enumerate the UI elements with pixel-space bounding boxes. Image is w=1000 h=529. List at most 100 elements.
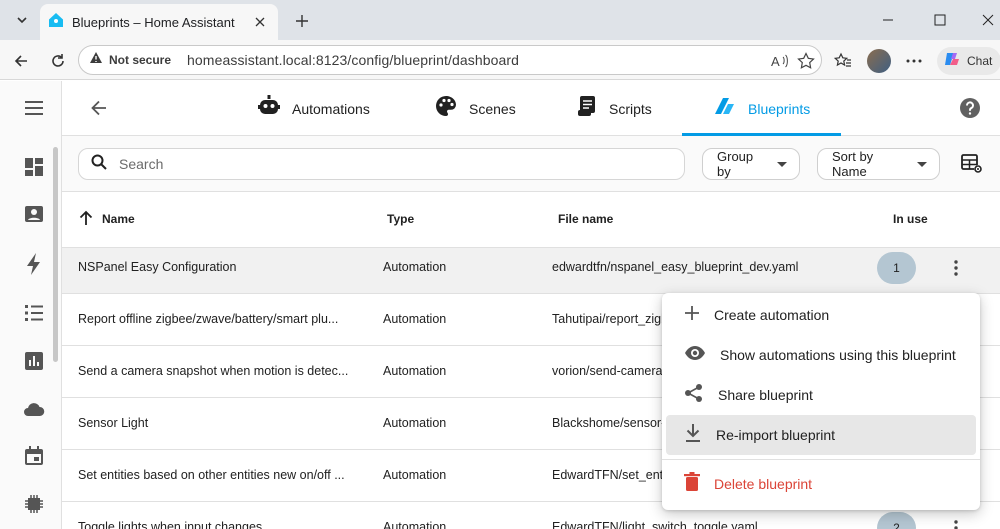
browser-toolbar: Not secure homeassistant.local:8123/conf… [0,40,1000,80]
more-dots-icon[interactable] [903,50,925,72]
menu-item-create-automation[interactable]: Create automation [666,295,976,335]
copilot-chat-button[interactable]: Chat [937,47,1000,75]
tab-list-chevron-icon[interactable] [8,6,36,34]
maximize-icon[interactable] [918,6,962,34]
palette-icon [435,95,457,122]
row-file: EdwardTFN/light_switch_toggle.yaml [552,520,758,529]
table-settings-icon[interactable] [960,152,984,176]
row-type: Automation [383,416,447,430]
menu-item-show-automations[interactable]: Show automations using this blueprint [666,335,976,375]
address-bar[interactable]: Not secure homeassistant.local:8123/conf… [78,45,822,75]
plus-icon [684,305,700,326]
svg-text:A: A [771,54,780,68]
home-assistant-favicon-icon [48,12,64,33]
tab-label: Blueprints [748,100,811,117]
column-header-file-name[interactable]: File name [558,212,613,226]
row-name: Sensor Light [78,416,149,430]
ha-tab-bar: Automations Scenes Scripts Blueprints [62,81,1000,136]
logbook-list-icon[interactable] [22,301,46,325]
download-icon [684,423,702,448]
menu-divider [662,459,980,460]
column-header-in-use[interactable]: In use [893,212,928,226]
reload-icon[interactable] [45,48,71,74]
menu-label: Show automations using this blueprint [720,347,956,363]
close-window-icon[interactable] [966,6,1000,34]
menu-label: Re-import blueprint [716,427,836,443]
overflow-menu-icon[interactable] [944,256,968,280]
table-row[interactable]: NSPanel Easy Configuration Automation ed… [62,248,1000,294]
row-name: Send a camera snapshot when motion is de… [78,364,349,378]
tab-label: Scenes [469,100,516,117]
tab-automations[interactable]: Automations [258,81,370,136]
tab-label: Automations [292,100,370,117]
row-file: edwardtfn/nspanel_easy_blueprint_dev.yam… [552,260,799,274]
menu-label: Delete blueprint [714,476,813,492]
in-use-badge[interactable]: 2 [877,512,916,529]
row-type: Automation [383,520,447,529]
row-type: Automation [383,312,447,326]
menu-hamburger-icon[interactable] [22,96,46,120]
search-placeholder[interactable]: Search [119,156,163,172]
script-icon [577,95,597,122]
sidebar-scrollbar[interactable] [53,147,58,362]
map-account-icon[interactable] [22,203,46,227]
robot-icon [258,95,280,122]
group-by-label: Group by [717,149,754,179]
menu-label: Create automation [714,307,830,323]
sort-by-label: Sort by Name [832,149,874,179]
browser-tab-strip: Blueprints – Home Assistant [0,0,1000,40]
copilot-icon [943,50,961,73]
row-name: Set entities based on other entities new… [78,468,345,482]
share-icon [684,383,704,408]
tab-title: Blueprints – Home Assistant [72,14,235,30]
tab-blueprints[interactable]: Blueprints [714,81,810,136]
favorites-icon[interactable] [832,50,854,72]
row-type: Automation [383,260,447,274]
close-tab-icon[interactable] [250,12,270,32]
overview-dashboard-icon[interactable] [22,155,46,179]
menu-item-reimport-blueprint[interactable]: Re-import blueprint [666,415,976,455]
chip-icon[interactable] [22,492,46,516]
favorite-star-icon[interactable] [797,52,815,70]
column-header-type[interactable]: Type [387,212,414,226]
profile-avatar[interactable] [867,49,891,73]
tab-scenes[interactable]: Scenes [435,81,516,136]
row-name: NSPanel Easy Configuration [78,260,237,274]
cloud-icon[interactable] [22,397,46,421]
menu-item-share-blueprint[interactable]: Share blueprint [666,375,976,415]
filter-toolbar: Search Group by Sort by Name [62,136,1000,192]
calendar-icon[interactable] [22,444,46,468]
history-chart-icon[interactable] [22,349,46,373]
column-header-name[interactable]: Name [102,212,135,226]
trash-icon [684,471,700,497]
back-arrow-icon[interactable] [8,48,34,74]
browser-tab[interactable]: Blueprints – Home Assistant [40,4,278,40]
menu-item-delete-blueprint[interactable]: Delete blueprint [666,464,976,504]
overflow-menu-icon[interactable] [944,516,968,529]
read-aloud-icon[interactable]: A [771,52,789,70]
in-use-badge[interactable]: 1 [877,252,916,284]
group-by-button[interactable]: Group by [702,148,800,180]
energy-lightning-icon[interactable] [22,252,46,276]
sort-arrow-up-icon[interactable] [78,210,94,231]
blueprint-icon [714,95,736,122]
back-arrow-icon[interactable] [86,95,112,121]
eye-icon [684,345,706,366]
caret-down-icon [917,161,927,167]
sort-by-button[interactable]: Sort by Name [817,148,940,180]
search-input[interactable]: Search [78,148,685,180]
not-secure-label[interactable]: Not secure [109,53,171,67]
tab-scripts[interactable]: Scripts [577,81,652,136]
minimize-icon[interactable] [866,6,910,34]
search-icon [91,154,107,175]
ha-sidebar [0,81,62,529]
row-type: Automation [383,364,447,378]
chat-label: Chat [967,54,993,68]
url-text[interactable]: homeassistant.local:8123/config/blueprin… [187,52,519,68]
row-type: Automation [383,468,447,482]
blueprint-context-menu: Create automation Show automations using… [662,293,980,510]
new-tab-plus-icon[interactable] [290,9,314,33]
help-circle-icon[interactable] [958,96,982,120]
table-header: Name Type File name In use [62,192,1000,248]
warning-triangle-icon[interactable] [89,51,103,70]
